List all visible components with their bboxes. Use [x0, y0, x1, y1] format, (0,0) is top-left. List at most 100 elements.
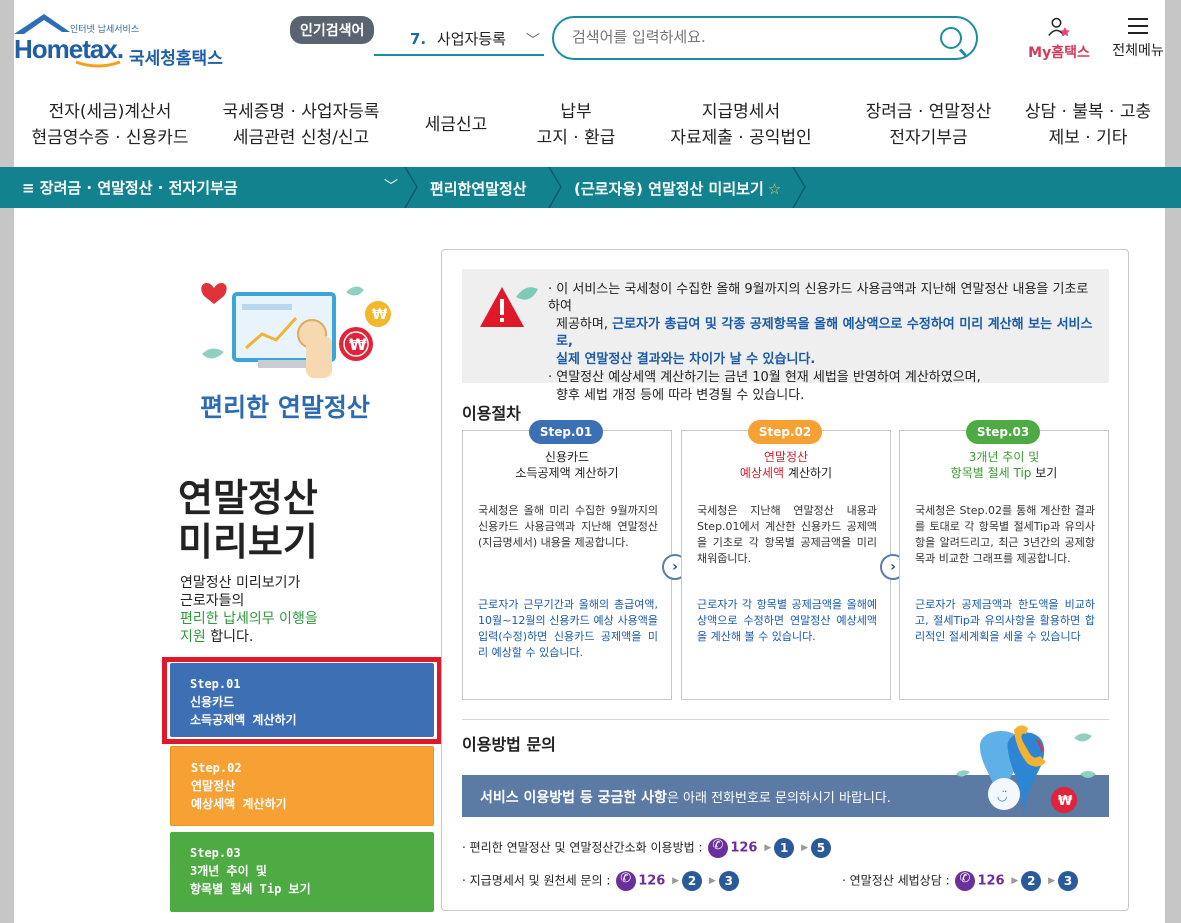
search-icon[interactable] [940, 27, 962, 49]
phone-icon [708, 838, 729, 858]
breadcrumb: ≡ 장려금 · 연말정산 · 전자기부금 ﹀ 편리한연말정산 (근로자용) 연말… [0, 167, 1181, 208]
chevron-down-icon: ﹀ [526, 33, 540, 49]
contact-line-2: · 지급명세서 및 원천세 문의 : 126 ▶2 ▶3 [462, 871, 739, 891]
menu-number: 2 [682, 871, 703, 891]
notice-text-highlight: 근로자가 총급여 및 각종 공제항목을 올해 예상액으로 수정하여 미리 계산해… [556, 317, 1093, 349]
contact-label: · 편리한 연말정산 및 연말정산간소화 이용방법 : [462, 840, 703, 855]
chevron-down-icon[interactable]: ﹀ [384, 176, 398, 196]
popular-keywords-badge: 인기검색어 [290, 16, 375, 44]
arrow-right-icon: ▶ [764, 843, 772, 853]
gnb-item-payment[interactable]: 납부 고지 · 환급 [516, 92, 636, 158]
contact-line-3: · 연말정산 세법상담 : 126 ▶2 ▶3 [842, 871, 1079, 891]
all-menu-label: 전체메뉴 [1112, 43, 1164, 59]
all-menu-button[interactable]: 전체메뉴 [1108, 18, 1168, 60]
procedure-title: 이용절차 [462, 404, 521, 423]
menu-number: 5 [810, 838, 831, 858]
procedure-steps: Step.01 신용카드 소득공제액 계산하기 국세청은 올해 미리 수집한 9… [462, 420, 1109, 700]
step3-pill: Step.03 [966, 420, 1040, 444]
contact-label: · 연말정산 세법상담 : [842, 873, 950, 888]
user-icon [1048, 17, 1070, 37]
gnb-item-statement[interactable]: 지급명세서 자료제출 · 공익법인 [636, 92, 846, 158]
step3-title: 3개년 추이 및항목별 절세 Tip 보기 [900, 449, 1108, 481]
step2-title-red: 연말정산 [763, 450, 809, 464]
step1-title: 신용카드 소득공제액 계산하기 [515, 450, 619, 480]
breadcrumb-menu[interactable]: ≡ 장려금 · 연말정산 · 전자기부금 [22, 177, 238, 198]
step3-text: 국세청은 Step.02를 통해 계산한 결과를 토대로 각 항목별 절세Tip… [915, 504, 1095, 565]
step3-title-green: 항목별 절세 Tip [950, 466, 1032, 480]
step2-title-red: 예상세액 [739, 466, 785, 480]
illust-title: 편리한 연말정산 [200, 393, 370, 422]
breadcrumb-separator-icon [792, 167, 806, 208]
desc-text: 합니다. [205, 629, 254, 645]
step2-text: 국세청은 지난해 연말정산 내용과 Step.01에서 계산한 신용카드 공제액… [697, 504, 877, 565]
hamburger-menu-icon [1128, 18, 1148, 34]
step2-text-highlight: 근로자가 각 항목별 공제금액을 올해예상액으로 수정하면 연말정산 예상세액을… [697, 598, 877, 643]
step1-pill: Step.01 [529, 420, 603, 444]
phone-icon [616, 871, 637, 891]
logo-korean: 국세청홈택스 [129, 49, 223, 69]
my-hometax-button[interactable]: My홈택스 [1024, 16, 1094, 62]
step2-card: Step.02 연말정산예상세액 계산하기 국세청은 지난해 연말정산 내용과 … [681, 420, 891, 700]
arrow-right-icon: ▶ [672, 876, 680, 886]
logo-swoosh-icon [75, 60, 121, 68]
arrow-right-icon: ▶ [1011, 876, 1019, 886]
popular-keyword-value: 사업자등록 [436, 30, 506, 48]
svg-text:₩: ₩ [1058, 794, 1073, 809]
step3-text-highlight: 근로자가 공제금액과 한도액을 비교하고, 절세Tip과 유의사항을 활용하면 … [915, 598, 1095, 643]
page-description: 연말정산 미리보기가 근로자들의 편리한 납세의무 이행을 지원 합니다. [180, 574, 318, 646]
step3-card: Step.03 3개년 추이 및항목별 절세 Tip 보기 국세청은 Step.… [899, 420, 1109, 700]
gnb-item-invoice[interactable]: 전자(세금)계산서 현금영수증 · 신용카드 [14, 92, 206, 158]
phone-number: 126 [638, 873, 666, 889]
menu-number: 1 [774, 838, 795, 858]
header: 인터넷 납세서비스 Hometax. 국세청홈택스 인기검색어 7. 사업자등록… [14, 0, 1165, 80]
window-frame-right [1165, 0, 1181, 923]
popular-keyword-rank: 7. [410, 30, 427, 48]
step3-title-green: 3개년 추이 및 [968, 450, 1040, 464]
window-frame-left [0, 0, 14, 923]
step2-pill: Step.02 [748, 420, 822, 444]
page-title: 연말정산 미리보기 [178, 476, 318, 564]
desc-line: 연말정산 미리보기가 [180, 575, 301, 591]
hometax-logo[interactable]: 인터넷 납세서비스 Hometax. 국세청홈택스 [14, 12, 229, 69]
phone-number: 126 [730, 840, 758, 856]
gnb-item-tax-report[interactable]: 세금신고 [396, 92, 516, 158]
search-input[interactable] [572, 28, 912, 46]
desc-line-highlight: 편리한 납세의무 이행을 [180, 611, 318, 627]
gnb-item-consult[interactable]: 상담 · 불복 · 고충 제보 · 기타 [1011, 92, 1165, 158]
contact-line-1: · 편리한 연말정산 및 연말정산간소화 이용방법 : 126 ▶1 ▶5 [462, 838, 831, 858]
notice-text: · 이 서비스는 국세청이 수집한 올해 9월까지의 신용카드 사용금액과 지난… [548, 281, 1103, 405]
content-panel: · 이 서비스는 국세청이 수집한 올해 9월까지의 신용카드 사용금액과 지난… [441, 249, 1129, 911]
svg-text:₩: ₩ [372, 307, 388, 323]
search-box[interactable] [552, 16, 978, 60]
arrow-right-icon: ▶ [1048, 876, 1056, 886]
step3-title-rest: 보기 [1031, 466, 1058, 480]
step3-button[interactable]: Step.03 3개년 추이 및 항목별 절세 Tip 보기 [170, 832, 434, 912]
star-icon[interactable]: ☆ [768, 180, 781, 198]
my-hometax-label: My홈택스 [1028, 45, 1090, 61]
breadcrumb-separator-icon [404, 167, 418, 208]
step2-title-rest: 계산하기 [784, 466, 833, 480]
warning-icon [480, 287, 538, 327]
desc-highlight: 지원 [180, 629, 206, 645]
desc-line: 근로자들의 [180, 593, 245, 609]
contact-label: · 지급명세서 및 원천세 문의 : [462, 873, 611, 888]
phone-icon [955, 871, 976, 891]
gnb-item-incentive[interactable]: 장려금 · 연말정산 전자기부금 [846, 92, 1011, 158]
notice-line: · 이 서비스는 국세청이 수집한 올해 9월까지의 신용카드 사용금액과 지난… [548, 282, 1089, 314]
menu-number: 3 [718, 871, 739, 891]
inquiry-title: 이용방법 문의 [462, 735, 556, 754]
svg-text:◡̈: ◡̈ [997, 789, 1007, 803]
notice-text-part: 제공하며, [556, 317, 613, 332]
selection-highlight-box [162, 657, 442, 744]
step2-button[interactable]: Step.02 연말정산 예상세액 계산하기 [170, 746, 434, 826]
notice-line: 향후 세법 개정 등에 따라 변경될 수 있습니다. [556, 388, 805, 403]
step1-text: 국세청은 올해 미리 수집한 9월까지의 신용카드 사용금액과 지난해 연말정산… [478, 504, 658, 549]
arrow-right-icon: ▶ [708, 876, 716, 886]
gnb-item-certificate[interactable]: 국세증명 · 사업자등록 세금관련 신청/신고 [206, 92, 396, 158]
menu-number: 3 [1058, 871, 1079, 891]
svg-text:₩: ₩ [349, 335, 367, 354]
popular-keyword-select[interactable]: 7. 사업자등록 ﹀ [374, 22, 544, 56]
notice-box: · 이 서비스는 국세청이 수집한 올해 9월까지의 신용카드 사용금액과 지난… [462, 269, 1109, 403]
breadcrumb-level2[interactable]: 편리한연말정산 [430, 178, 527, 199]
breadcrumb-level3[interactable]: (근로자용) 연말정산 미리보기 ☆ [574, 178, 781, 199]
